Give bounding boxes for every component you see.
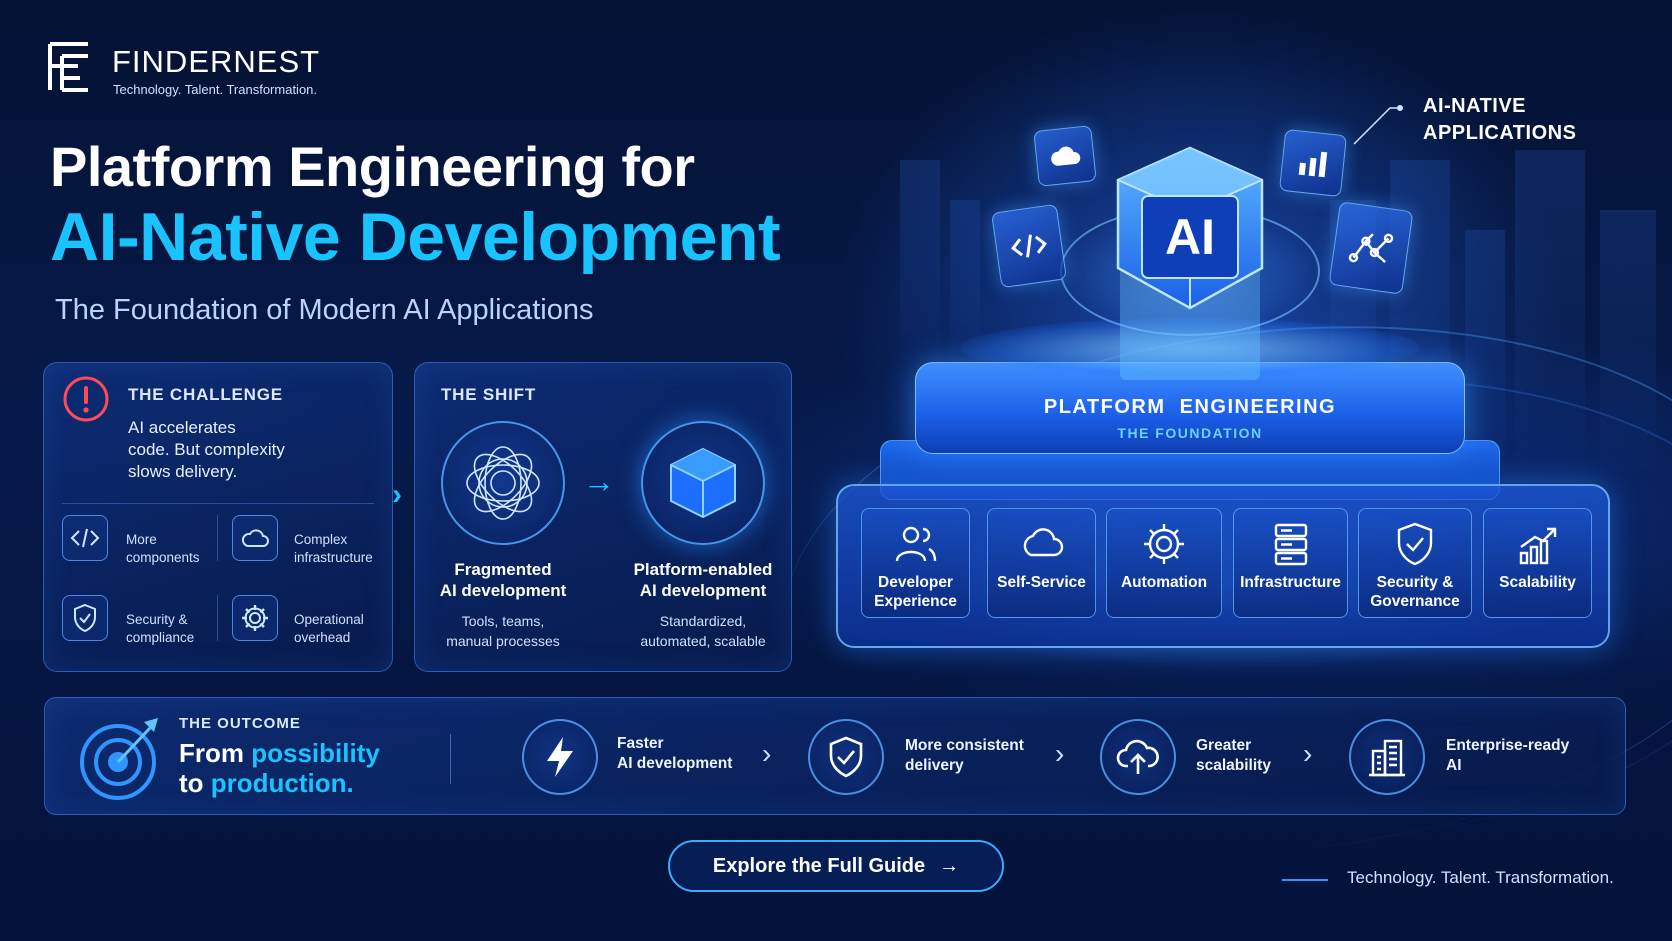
divider [217, 595, 218, 641]
footer-line [1282, 879, 1328, 881]
brand-name: FINDERNEST [112, 44, 321, 79]
chevron-right-icon: › [1055, 738, 1065, 769]
bar-chart-icon [1278, 128, 1348, 198]
server-icon [1274, 523, 1307, 566]
shift-to-description: Standardized, automated, scalable [640, 613, 766, 649]
footer-tagline: Technology. Talent. Transformation. [1347, 868, 1614, 887]
background-building [900, 160, 940, 360]
divider [217, 515, 218, 561]
platform-engineering-subtitle: THE FOUNDATION [1117, 425, 1263, 441]
shift-card: THE SHIFT → Fragmented AI development Too… [414, 362, 792, 672]
chevron-right-icon: › [1303, 738, 1313, 769]
target-icon [80, 718, 158, 800]
pillar-scalability: Scalability [1483, 508, 1592, 618]
users-icon [895, 526, 936, 562]
challenge-item-security: Security & compliance [126, 612, 195, 645]
divider [62, 503, 374, 504]
pillar-developer-experience: Developer Experience [861, 508, 970, 618]
code-icon [991, 203, 1067, 289]
cube-icon [641, 421, 765, 545]
shift-label: THE SHIFT [441, 385, 537, 404]
platform-engineering-title: PLATFORM ENGINEERING [1043, 396, 1337, 418]
explore-guide-button[interactable]: Explore the Full Guide → [668, 840, 1004, 892]
outcome-headline: From possibility to production. [179, 738, 380, 798]
outcome-label: THE OUTCOME [179, 715, 301, 732]
callout-line [1353, 105, 1403, 145]
alert-icon [63, 376, 109, 422]
page-title-line1: Platform Engineering for [50, 135, 695, 198]
tangled-network-icon [441, 421, 565, 545]
challenge-text: AI accelerates code. But complexity slow… [128, 418, 285, 481]
shift-to-title: Platform-enabled AI development [633, 560, 773, 600]
chevron-right-icon: › [762, 738, 772, 769]
gear-icon [232, 595, 278, 641]
challenge-item-components: More components [126, 532, 200, 565]
network-graph-icon [1328, 201, 1414, 295]
challenge-item-infrastructure: Complex infrastructure [294, 532, 373, 565]
shield-icon [62, 595, 108, 641]
outcome-item-consistent: More consistent delivery [905, 737, 1024, 774]
findernest-logo-icon [48, 42, 88, 92]
growth-chart-icon [1519, 527, 1556, 565]
pillar-automation: Automation [1106, 508, 1222, 618]
shield-check-icon [808, 719, 884, 795]
shift-from-title: Fragmented AI development [439, 560, 567, 600]
cloud-upload-icon [1100, 719, 1176, 795]
outcome-item-enterprise: Enterprise-ready AI [1446, 737, 1570, 774]
brand-tagline: Technology. Talent. Transformation. [113, 82, 318, 97]
challenge-label: THE CHALLENGE [128, 385, 283, 404]
pillar-security-governance: Security & Governance [1358, 508, 1472, 618]
pillar-infrastructure: Infrastructure [1233, 508, 1348, 618]
arrow-right-icon: → [583, 463, 615, 499]
outcome-item-faster: Faster AI development [617, 735, 733, 772]
page-title-line2: AI-Native Development [50, 199, 781, 275]
explore-guide-label: Explore the Full Guide [712, 854, 926, 877]
lightning-icon [522, 719, 598, 795]
chevron-right-icon: › [392, 478, 402, 511]
ai-native-applications-callout: AI-NATIVE APPLICATIONS [1423, 95, 1577, 144]
challenge-card: THE CHALLENGE AI accelerates code. But c… [43, 362, 393, 672]
pillar-self-service: Self-Service [987, 508, 1096, 618]
gear-icon [1144, 524, 1184, 564]
shift-from-description: Tools, teams, manual processes [446, 613, 560, 649]
divider [450, 734, 451, 784]
cloud-icon [1033, 125, 1097, 187]
code-icon [62, 515, 108, 561]
arrow-right-icon: → [939, 854, 960, 877]
outcome-item-scalability: Greater scalability [1196, 737, 1271, 774]
cloud-icon [1023, 528, 1063, 557]
ai-core-label: AI [1165, 209, 1215, 265]
shield-check-icon [1397, 522, 1433, 566]
building-icon [1349, 719, 1425, 795]
cloud-icon [232, 515, 278, 561]
challenge-item-overhead: Operational overhead [294, 612, 364, 645]
page-subtitle: The Foundation of Modern AI Applications [55, 294, 594, 326]
